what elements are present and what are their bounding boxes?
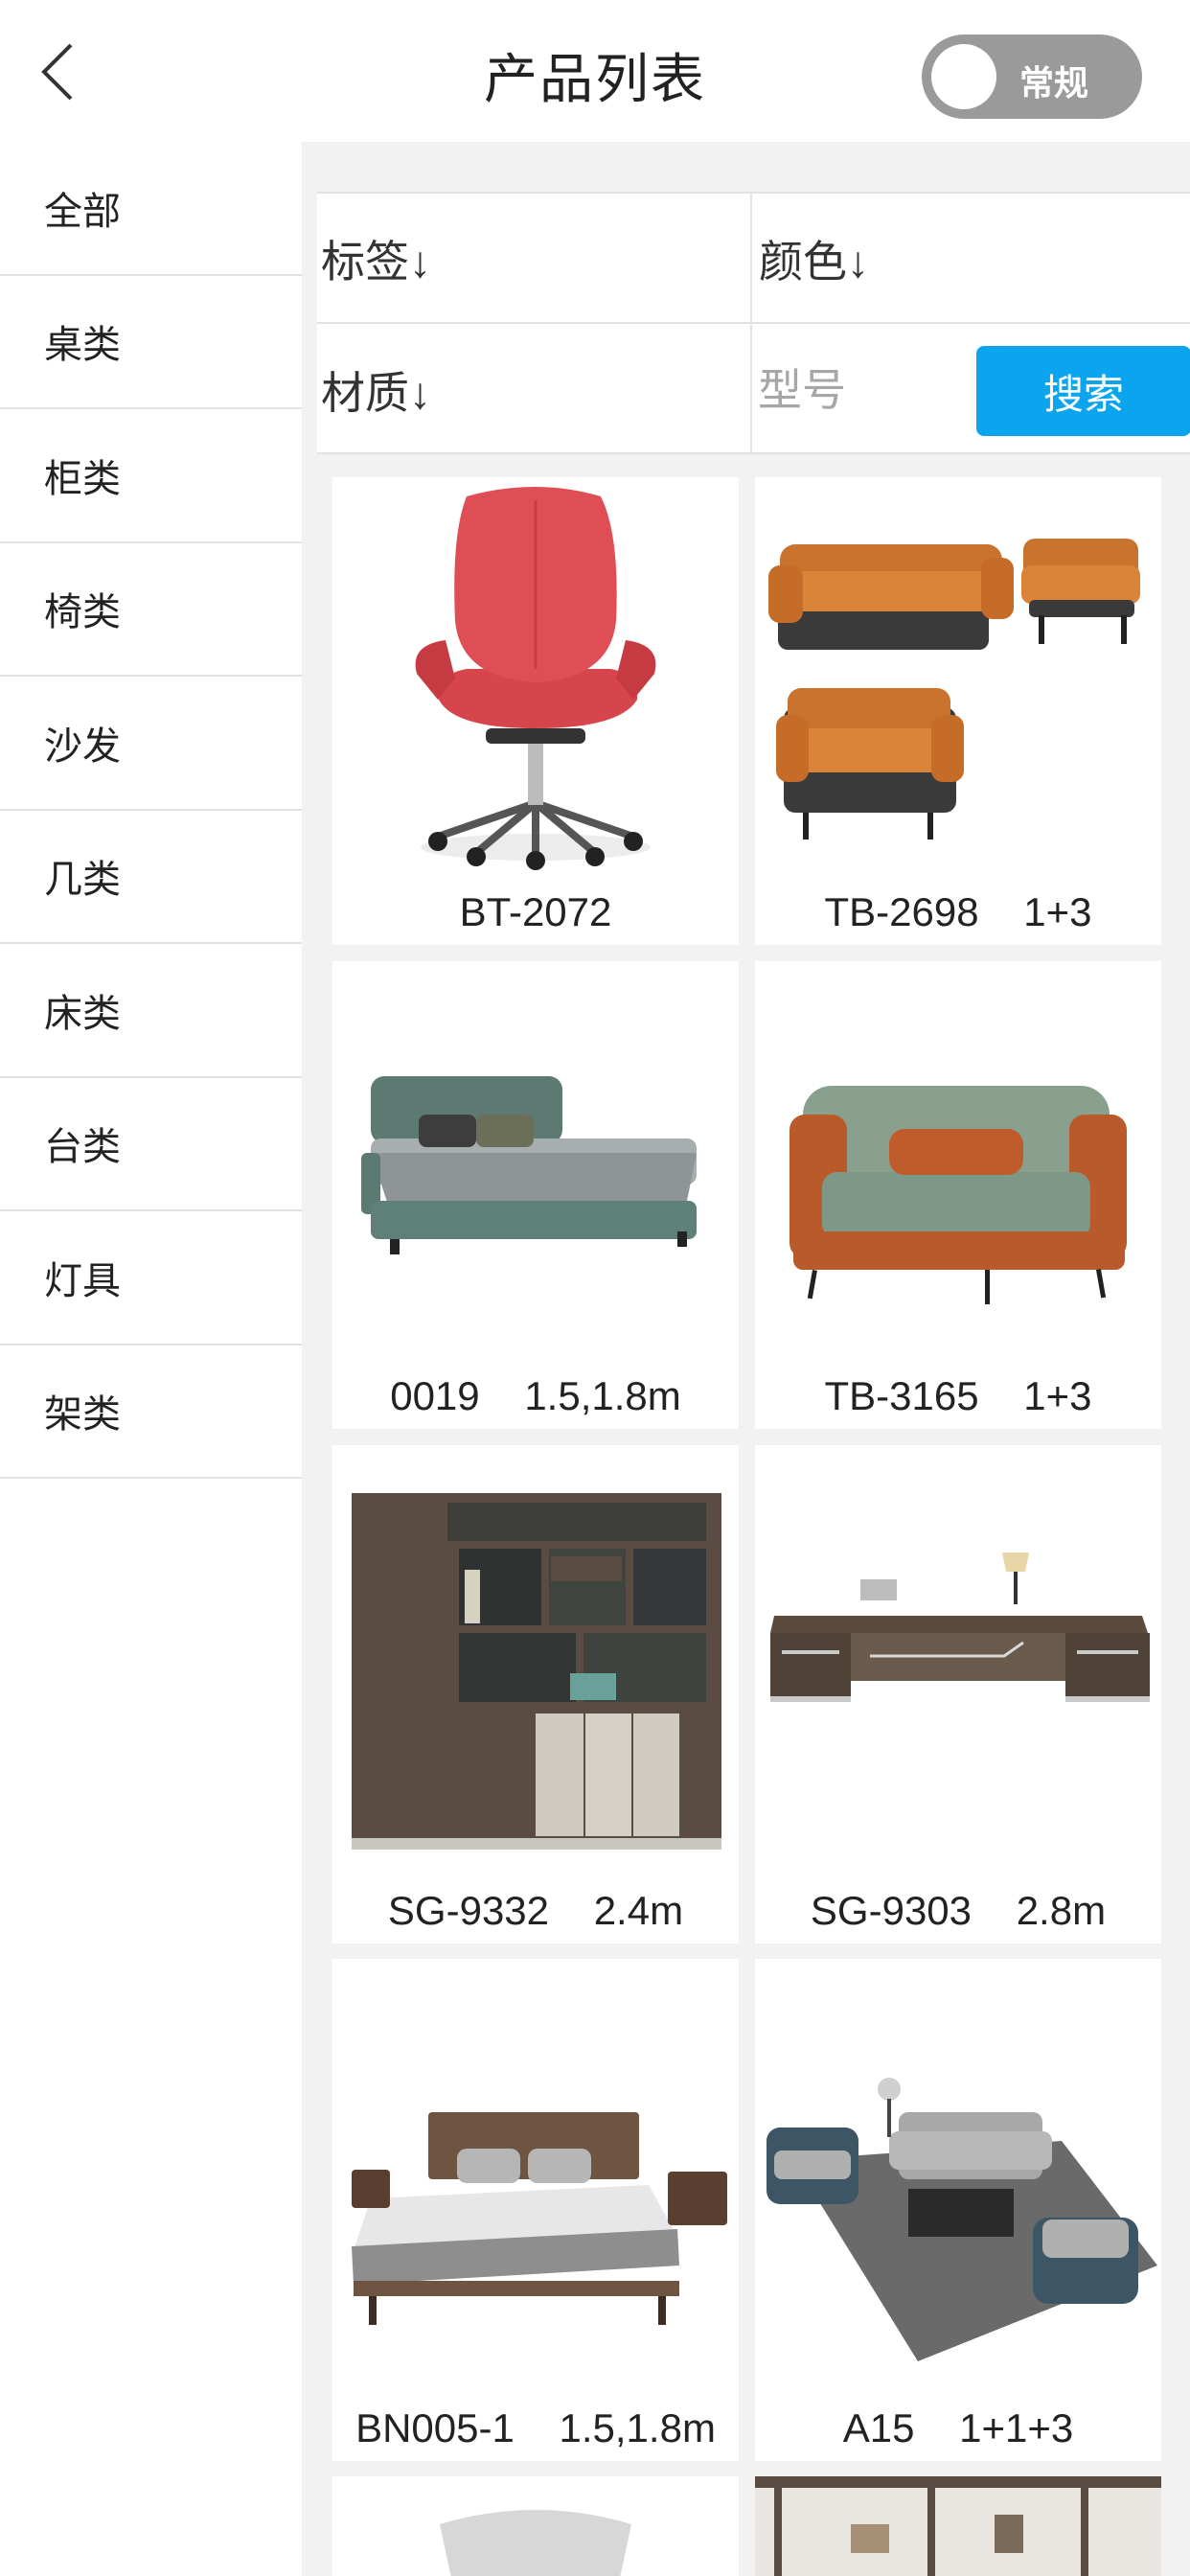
product-card[interactable] (332, 2476, 739, 2576)
product-card[interactable]: SG-9332 2.4m (332, 1445, 739, 1944)
filter-panel: 标签↓ 颜色↓ 材质↓ 搜索 (317, 192, 1190, 455)
sidebar-item-all[interactable]: 全部 (0, 142, 302, 276)
sidebar-item-shelves[interactable]: 架类 (0, 1346, 302, 1479)
search-button[interactable]: 搜索 (976, 346, 1190, 436)
color-filter[interactable]: 颜色↓ (755, 194, 1190, 324)
product-card[interactable]: BT-2072 (332, 477, 739, 945)
product-image (332, 961, 739, 1364)
product-card[interactable] (755, 2476, 1161, 2576)
product-label: A15 1+1+3 (842, 2405, 1074, 2450)
product-card[interactable]: TB-3165 1+3 (755, 961, 1161, 1429)
material-filter[interactable]: 材质↓ (321, 325, 752, 455)
product-card[interactable]: TB-2698 1+3 (755, 477, 1161, 945)
product-image (755, 961, 1161, 1364)
product-label: SG-9303 2.8m (810, 1888, 1107, 1933)
toggle-label: 常规 (1019, 63, 1089, 103)
product-image (332, 2476, 739, 2576)
product-image (332, 477, 739, 880)
product-content: 标签↓ 颜色↓ 材质↓ 搜索 (302, 142, 1190, 2576)
sidebar-item-beds[interactable]: 床类 (0, 944, 302, 1078)
sidebar-item-sofas[interactable]: 沙发 (0, 677, 302, 811)
product-label: TB-3165 1+3 (824, 1373, 1092, 1418)
sidebar-item-side-tables[interactable]: 几类 (0, 811, 302, 944)
filter-row: 材质↓ 搜索 (317, 325, 1190, 455)
sidebar-item-cabinets[interactable]: 柜类 (0, 409, 302, 543)
product-label: SG-9332 2.4m (387, 1888, 684, 1933)
product-image (332, 1959, 739, 2390)
product-image (755, 1445, 1161, 1876)
product-card[interactable]: A15 1+1+3 (755, 1959, 1161, 2461)
product-image (332, 1445, 739, 1876)
filter-row: 标签↓ 颜色↓ (317, 194, 1190, 324)
tag-filter[interactable]: 标签↓ (321, 194, 752, 324)
model-search-input[interactable] (758, 344, 950, 436)
sidebar-item-desks[interactable]: 台类 (0, 1078, 302, 1211)
sidebar-item-chairs[interactable]: 椅类 (0, 543, 302, 677)
product-image (755, 477, 1161, 880)
product-label: BT-2072 (459, 889, 612, 934)
category-sidebar: 全部 桌类 柜类 椅类 沙发 几类 床类 台类 灯具 架类 (0, 142, 302, 2576)
product-label: TB-2698 1+3 (824, 889, 1092, 934)
mode-toggle[interactable]: 常规 (922, 34, 1142, 119)
product-image (755, 1959, 1161, 2390)
product-card[interactable]: 0019 1.5,1.8m (332, 961, 739, 1429)
toggle-knob (931, 44, 996, 109)
product-label: BN005-1 1.5,1.8m (355, 2405, 716, 2450)
product-card[interactable]: BN005-1 1.5,1.8m (332, 1959, 739, 2461)
sidebar-item-tables[interactable]: 桌类 (0, 276, 302, 409)
product-label: 0019 1.5,1.8m (390, 1373, 681, 1418)
product-card[interactable]: SG-9303 2.8m (755, 1445, 1161, 1944)
product-image (755, 2476, 1161, 2576)
sidebar-item-lamps[interactable]: 灯具 (0, 1211, 302, 1346)
top-bar: 产品列表 常规 (0, 0, 1190, 142)
